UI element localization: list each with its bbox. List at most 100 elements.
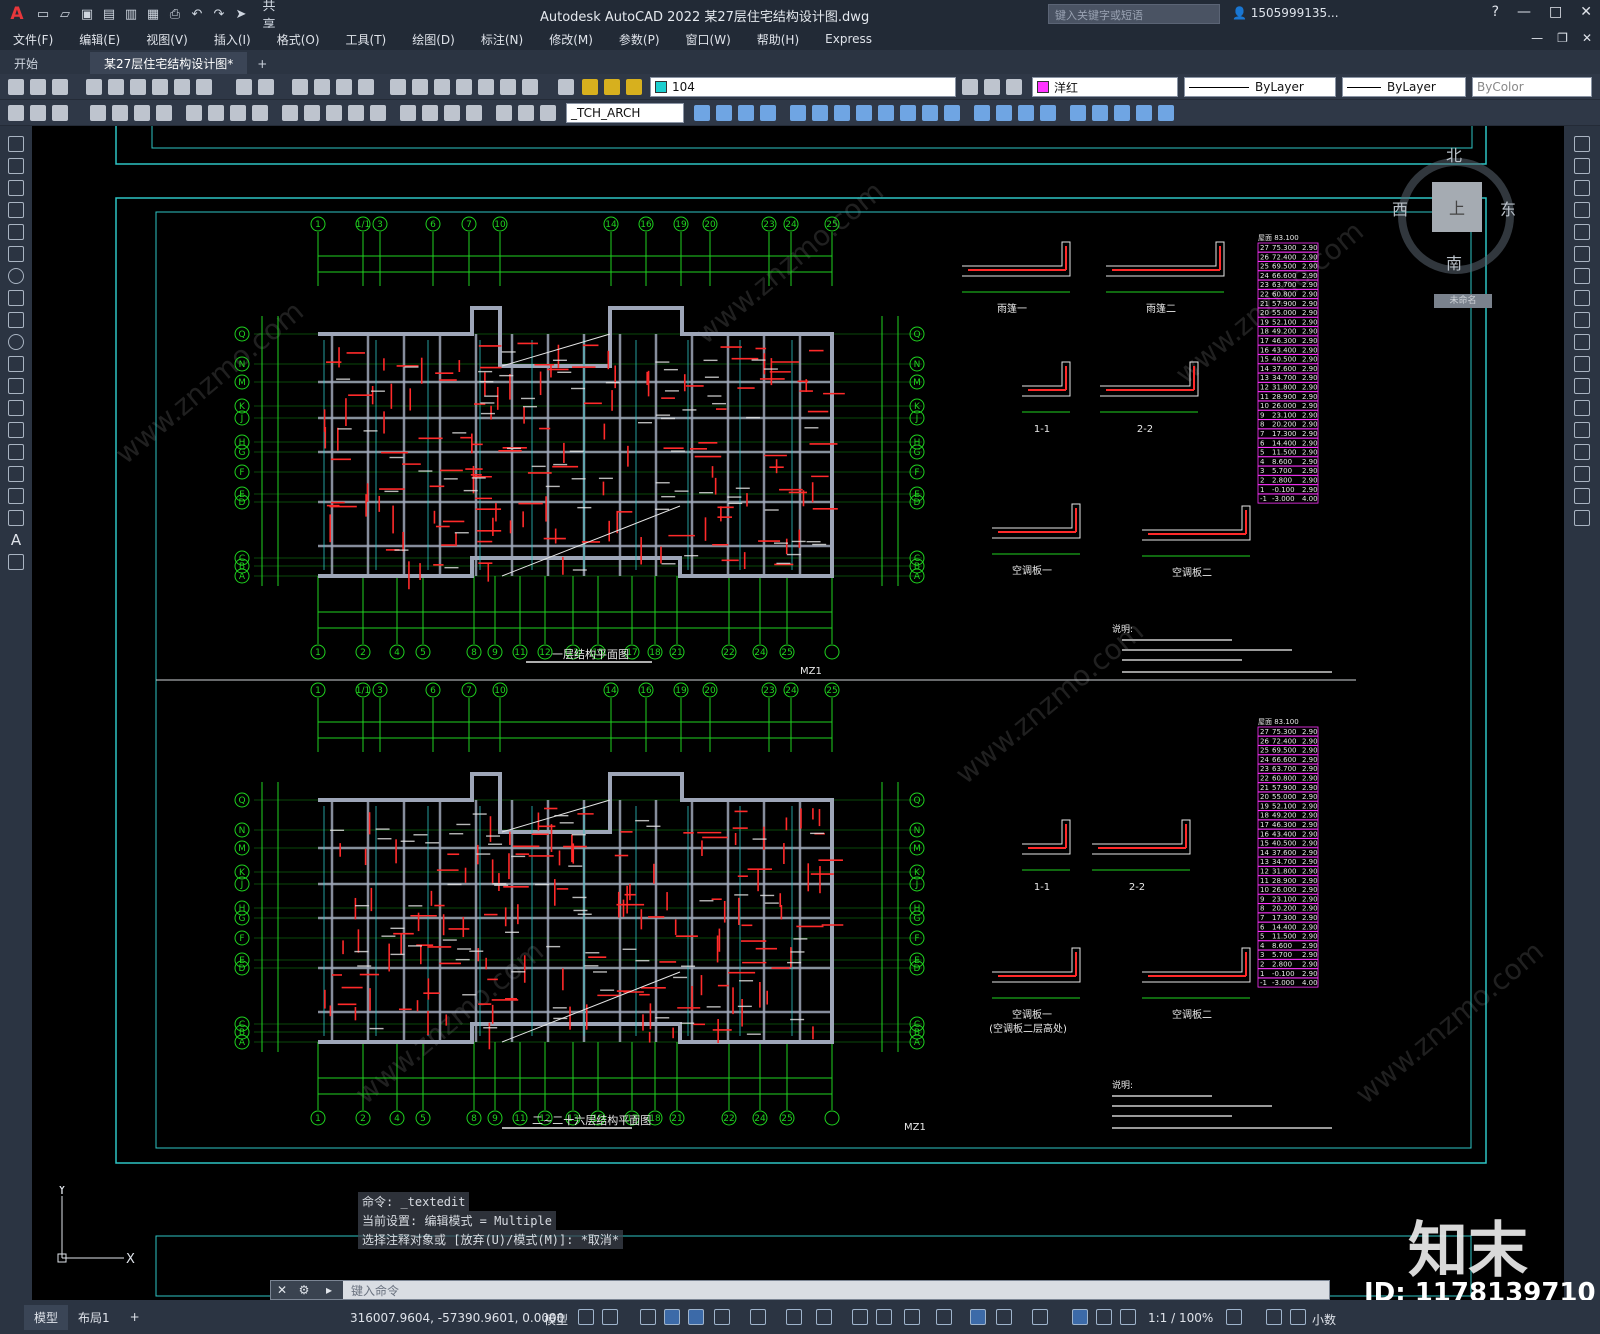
workspace-gear-icon[interactable]: [1226, 1309, 1242, 1325]
undo-icon[interactable]: ↶: [188, 7, 206, 22]
tab-model[interactable]: 模型: [24, 1304, 69, 1330]
mtext-icon[interactable]: A: [8, 532, 24, 548]
otrack-icon[interactable]: [786, 1309, 802, 1325]
command-line[interactable]: ✕ ⚙ ▸ 键入命令: [270, 1280, 1330, 1300]
tolerance-icon[interactable]: [400, 105, 416, 121]
linear-dim-icon[interactable]: [90, 105, 106, 121]
layer-tool-4-icon[interactable]: [760, 105, 776, 121]
region-icon[interactable]: [8, 488, 24, 504]
dynucs-icon[interactable]: [970, 1309, 986, 1325]
wcs-menu[interactable]: 未命名: [1434, 294, 1492, 308]
transparency-icon[interactable]: [876, 1309, 892, 1325]
lineweight-icon[interactable]: [852, 1309, 868, 1325]
polyline-icon[interactable]: [8, 180, 24, 196]
paste-icon[interactable]: [174, 79, 190, 95]
revcloud-icon[interactable]: [8, 290, 24, 306]
point-icon[interactable]: [8, 422, 24, 438]
layer-tool-10-icon[interactable]: [900, 105, 916, 121]
publish-icon[interactable]: ▦: [144, 7, 162, 22]
new-tab-icon[interactable]: +: [247, 54, 277, 74]
layer-tool-1-icon[interactable]: [694, 105, 710, 121]
copy-icon[interactable]: [152, 79, 168, 95]
units-value[interactable]: 小数: [1312, 1311, 1336, 1328]
add-selected-icon[interactable]: [8, 554, 24, 570]
offset-icon[interactable]: [1574, 202, 1590, 218]
qnew-icon[interactable]: [8, 79, 24, 95]
center-mark-icon[interactable]: [422, 105, 438, 121]
save-icon[interactable]: ▣: [78, 7, 96, 22]
redo-tool-icon[interactable]: [258, 79, 274, 95]
calculator-icon[interactable]: [500, 79, 516, 95]
viewcube-east[interactable]: 东: [1500, 196, 1516, 220]
markup-icon[interactable]: [478, 79, 494, 95]
layer-tool-9-icon[interactable]: [878, 105, 894, 121]
properties-icon[interactable]: [390, 79, 406, 95]
menu-dimension[interactable]: 标注(N): [468, 31, 536, 48]
make-block-icon[interactable]: [8, 400, 24, 416]
break-icon[interactable]: [1574, 400, 1590, 416]
join-icon[interactable]: [1574, 422, 1590, 438]
ordinate-dim-icon[interactable]: [156, 105, 172, 121]
layer-freeze-icon[interactable]: [604, 79, 620, 95]
polygon-icon[interactable]: [8, 202, 24, 218]
layer-tool-16-icon[interactable]: [1040, 105, 1056, 121]
baseline-dim-icon[interactable]: [304, 105, 320, 121]
layer-tool-14-icon[interactable]: [996, 105, 1012, 121]
layer-on-icon[interactable]: [582, 79, 598, 95]
search-input[interactable]: 键入关键字或短语: [1048, 4, 1220, 24]
doc-minimize-icon[interactable]: —: [1531, 31, 1543, 45]
plotstyle-dropdown[interactable]: ByColor: [1472, 77, 1592, 97]
tool-b-icon[interactable]: [30, 105, 46, 121]
gizmo-icon[interactable]: [1032, 1309, 1048, 1325]
insert-block-icon[interactable]: [8, 378, 24, 394]
layer-lock-icon[interactable]: [626, 79, 642, 95]
command-close-icon[interactable]: ✕: [271, 1281, 293, 1299]
infer-icon[interactable]: [640, 1309, 656, 1325]
ellipse-arc-icon[interactable]: [8, 356, 24, 372]
layer-tool-12-icon[interactable]: [944, 105, 960, 121]
layer-tool-8-icon[interactable]: [856, 105, 872, 121]
menu-draw[interactable]: 绘图(D): [399, 31, 468, 48]
viewcube-top-face[interactable]: 上: [1432, 182, 1482, 232]
layer-tool-20-icon[interactable]: [1136, 105, 1152, 121]
table-icon[interactable]: [8, 510, 24, 526]
dim-text-edit-icon[interactable]: [518, 105, 534, 121]
zoom-window-icon[interactable]: [336, 79, 352, 95]
annotation-visibility-icon[interactable]: [1072, 1309, 1088, 1325]
explode-icon[interactable]: [1574, 510, 1590, 526]
dynamic-input-icon[interactable]: [664, 1309, 680, 1325]
menu-modify[interactable]: 修改(M): [536, 31, 606, 48]
matchprop-icon[interactable]: [196, 79, 212, 95]
zoom-previous-icon[interactable]: [358, 79, 374, 95]
aligned-dim-icon[interactable]: [112, 105, 128, 121]
layer-manager-icon[interactable]: [558, 79, 574, 95]
tab-start[interactable]: 开始: [0, 52, 90, 74]
layer-tool-5-icon[interactable]: [790, 105, 806, 121]
command-input[interactable]: 键入命令: [343, 1282, 399, 1299]
open-file-icon[interactable]: [30, 79, 46, 95]
dim-space-icon[interactable]: [348, 105, 364, 121]
spline-icon[interactable]: [8, 312, 24, 328]
annotation-monitor-icon[interactable]: [1266, 1309, 1282, 1325]
units-icon[interactable]: [1290, 1309, 1306, 1325]
layer-tool-7-icon[interactable]: [834, 105, 850, 121]
color-dropdown[interactable]: 洋红: [1032, 77, 1178, 97]
layer-tool-11-icon[interactable]: [922, 105, 938, 121]
open-icon[interactable]: ▱: [56, 7, 74, 22]
menu-tools[interactable]: 工具(T): [333, 31, 400, 48]
snap-icon[interactable]: [602, 1309, 618, 1325]
model-space-button[interactable]: 模型: [544, 1311, 568, 1328]
quick-dim-icon[interactable]: [282, 105, 298, 121]
maximize-icon[interactable]: □: [1549, 4, 1562, 20]
saveas-icon[interactable]: ▤: [100, 7, 118, 22]
command-recent-icon[interactable]: ▸: [315, 1281, 343, 1299]
help-tool-icon[interactable]: [522, 79, 538, 95]
viewcube-north[interactable]: 北: [1446, 142, 1462, 166]
selection-cycling-icon[interactable]: [904, 1309, 920, 1325]
circle-icon[interactable]: [8, 268, 24, 284]
tool-c-icon[interactable]: [52, 105, 68, 121]
trim-icon[interactable]: [1574, 334, 1590, 350]
doc-close-icon[interactable]: ✕: [1582, 31, 1592, 45]
hatch-icon[interactable]: [8, 444, 24, 460]
layer-tool-3-icon[interactable]: [738, 105, 754, 121]
